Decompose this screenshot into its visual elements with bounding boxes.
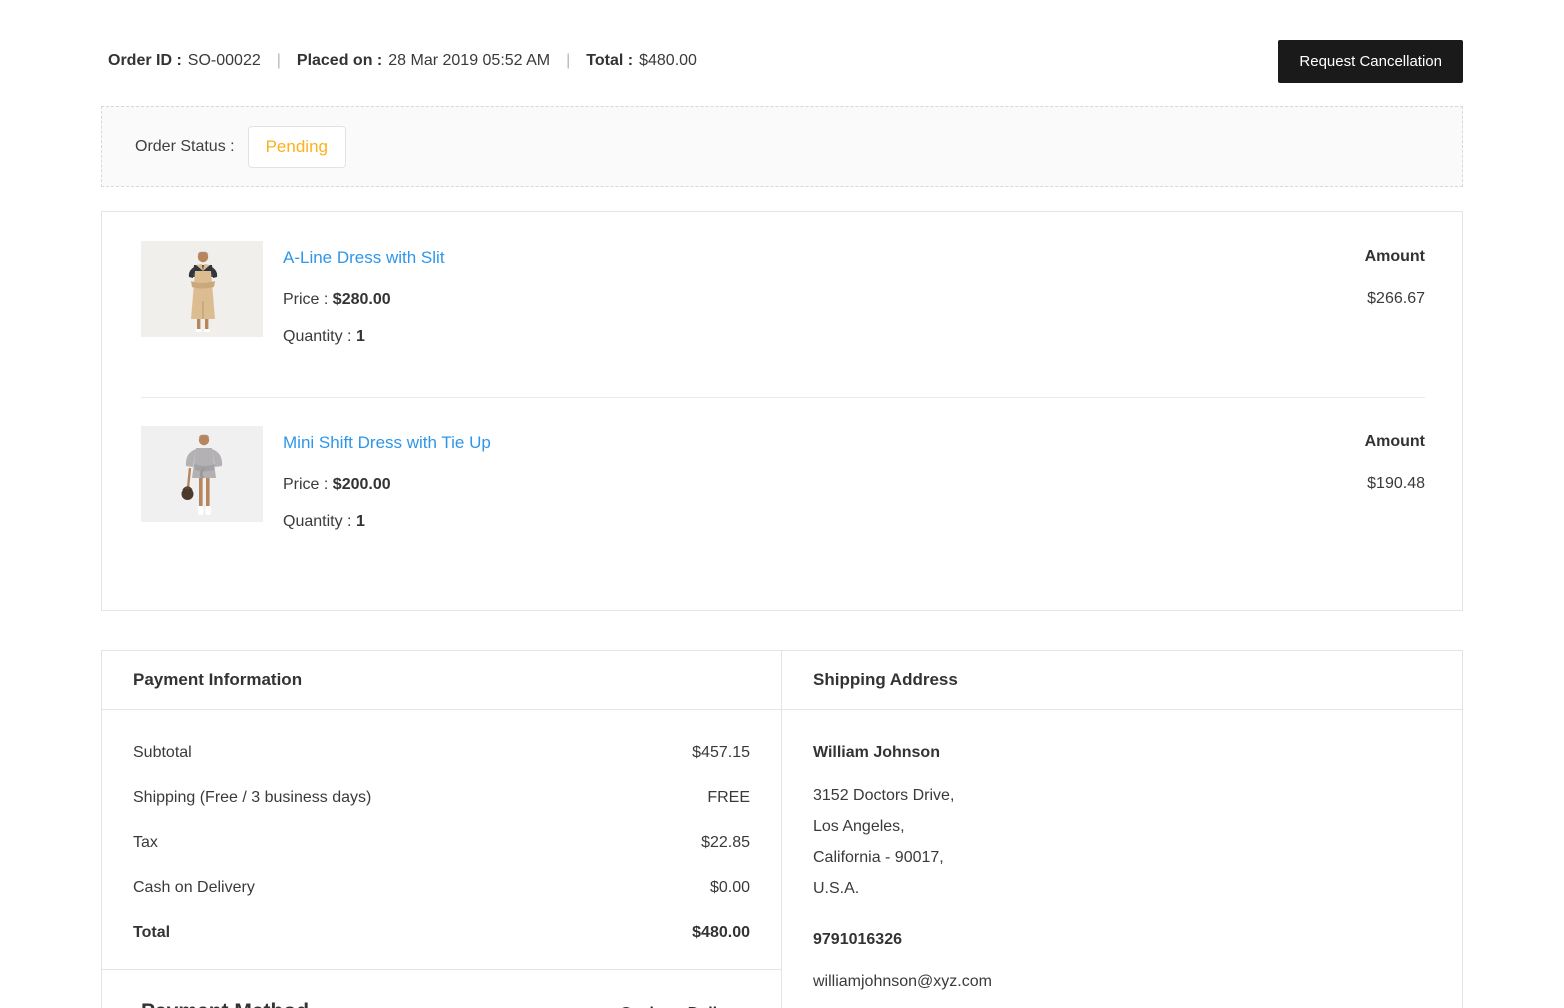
payment-total-label: Total [133,924,171,941]
product-link[interactable]: Mini Shift Dress with Tie Up [283,433,491,453]
payment-information-pane: Payment Information Subtotal $457.15 Shi… [102,651,782,1008]
amount-header: Amount [1364,433,1425,450]
payment-row-total: Total $480.00 [133,924,750,942]
product-price-line: Price : $200.00 [283,476,1365,494]
address-line: Los Angeles, [813,818,905,835]
order-status-box: Order Status : Pending [101,106,1463,187]
shipping-address-body: William Johnson 3152 Doctors Drive, Los … [782,710,1462,1008]
order-total-label: Total : [586,52,634,69]
order-detail-page: Order ID : SO-00022 | Placed on : 28 Mar… [101,39,1463,1008]
placed-on-value: 28 Mar 2019 05:52 AM [388,52,551,69]
quantity-value: 1 [355,328,365,345]
price-label: Price : [283,291,329,308]
order-header: Order ID : SO-00022 | Placed on : 28 Mar… [101,39,1463,83]
price-value: $280.00 [332,291,391,308]
payment-row-subtotal: Subtotal $457.15 [133,744,750,762]
placed-on-label: Placed on : [296,52,383,69]
payment-method-row: Payment Method Cash on Delivery [102,969,781,1008]
product-row: Mini Shift Dress with Tie Up Price : $20… [141,426,1425,550]
payment-row-label: Subtotal [133,744,192,761]
meta-separator: | [276,52,281,69]
product-info: A-Line Dress with Slit Price : $280.00 Q… [283,241,1365,365]
payment-row-value: $0.00 [709,879,750,896]
price-label: Price : [283,476,329,493]
address-line: 3152 Doctors Drive, [813,787,955,804]
address-line: U.S.A. [813,880,860,897]
order-status-label: Order Status : [135,137,235,155]
product-price-line: Price : $280.00 [283,291,1365,309]
a-line-dress-photo[interactable] [141,241,263,337]
product-info: Mini Shift Dress with Tie Up Price : $20… [283,426,1365,550]
payment-row-shipping: Shipping (Free / 3 business days) FREE [133,789,750,807]
order-meta: Order ID : SO-00022 | Placed on : 28 Mar… [101,52,697,70]
price-value: $200.00 [332,476,391,493]
payment-rows: Subtotal $457.15 Shipping (Free / 3 busi… [102,710,781,942]
product-row: A-Line Dress with Slit Price : $280.00 Q… [141,241,1425,365]
order-id-value: SO-00022 [187,52,261,69]
payment-information-title: Payment Information [102,651,781,710]
address-line: California - 90017, [813,849,944,866]
product-amount-column: Amount $190.48 [1365,433,1425,493]
recipient-name: William Johnson [813,744,940,761]
product-row-divider [141,397,1425,398]
order-id-label: Order ID : [108,52,182,69]
recipient-email: williamjohnson@xyz.com [813,973,992,990]
amount-header: Amount [1364,248,1425,265]
quantity-label: Quantity : [283,513,352,530]
quantity-label: Quantity : [283,328,352,345]
payment-row-label: Shipping (Free / 3 business days) [133,789,372,806]
order-items-panel: A-Line Dress with Slit Price : $280.00 Q… [101,211,1463,611]
payment-row-value: $457.15 [692,744,750,761]
mini-shift-dress-photo[interactable] [141,426,263,522]
product-quantity-line: Quantity : 1 [283,328,1365,346]
amount-value: $190.48 [1367,475,1425,492]
payment-total-value: $480.00 [692,924,750,941]
order-details-panel: Payment Information Subtotal $457.15 Shi… [101,650,1463,1008]
quantity-value: 1 [355,513,365,530]
payment-row-label: Tax [133,834,158,851]
payment-row-value: $22.85 [701,834,750,851]
recipient-phone: 9791016326 [813,931,902,948]
payment-row-cod: Cash on Delivery $0.00 [133,879,750,897]
payment-method-label: Payment Method [141,1000,309,1008]
request-cancellation-button[interactable]: Request Cancellation [1278,39,1463,83]
payment-row-tax: Tax $22.85 [133,834,750,852]
amount-value: $266.67 [1367,290,1425,307]
product-link[interactable]: A-Line Dress with Slit [283,248,445,268]
shipping-address-title: Shipping Address [782,651,1462,710]
meta-separator: | [566,52,571,69]
order-status-badge: Pending [247,125,346,168]
shipping-address-pane: Shipping Address William Johnson 3152 Do… [782,651,1462,1008]
product-amount-column: Amount $266.67 [1365,248,1425,308]
product-quantity-line: Quantity : 1 [283,513,1365,531]
payment-row-label: Cash on Delivery [133,879,255,896]
order-total-value: $480.00 [639,52,697,69]
payment-row-value: FREE [707,789,750,806]
